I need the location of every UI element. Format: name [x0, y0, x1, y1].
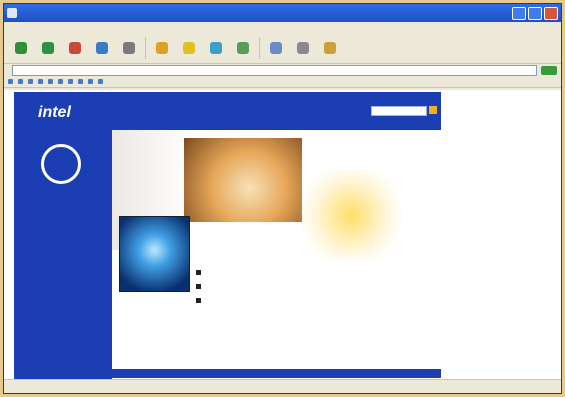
option-item	[196, 296, 416, 303]
forward-arrow-icon	[42, 41, 54, 54]
links-bar-item[interactable]	[8, 79, 15, 84]
page-sidebar: intel	[14, 92, 112, 380]
links-bar-item[interactable]	[88, 79, 95, 84]
hero-glow	[296, 170, 406, 260]
print-button[interactable]	[292, 36, 314, 60]
page-icon	[98, 79, 103, 84]
page-icon	[68, 79, 73, 84]
media-button[interactable]	[205, 36, 227, 60]
search-button[interactable]	[151, 36, 173, 60]
page-icon	[88, 79, 93, 84]
status-bar	[4, 379, 561, 393]
home-icon	[123, 41, 135, 54]
links-bar-item[interactable]	[28, 79, 35, 84]
links-bar-item[interactable]	[38, 79, 45, 84]
back-arrow-icon	[15, 41, 27, 54]
intel-inside-badge-icon	[41, 144, 81, 184]
links-bar-item[interactable]	[18, 79, 25, 84]
bullet-icon	[196, 270, 201, 275]
page-footer-band	[112, 369, 441, 378]
option-item	[196, 268, 416, 275]
menu-bar	[4, 22, 561, 33]
title-bar	[4, 4, 561, 22]
stop-button[interactable]	[64, 36, 86, 60]
links-bar-item[interactable]	[48, 79, 55, 84]
page-icon	[38, 79, 43, 84]
refresh-icon	[96, 41, 108, 54]
page-viewport: intel	[4, 90, 561, 380]
browser-window: intel	[3, 3, 562, 394]
bullet-icon	[196, 298, 201, 303]
browser-app-icon	[7, 8, 17, 18]
history-button[interactable]	[232, 36, 254, 60]
hero-photo	[184, 138, 302, 222]
links-bar	[4, 76, 561, 88]
printer-icon	[297, 41, 309, 54]
page-icon	[8, 79, 13, 84]
media-icon	[210, 41, 222, 54]
page-icon	[18, 79, 23, 84]
mail-button[interactable]	[265, 36, 287, 60]
address-bar	[4, 64, 561, 76]
main-content	[196, 260, 416, 310]
search-go-button[interactable]	[429, 106, 437, 114]
address-input[interactable]	[12, 64, 537, 76]
favorites-button[interactable]	[178, 36, 200, 60]
page-icon	[28, 79, 33, 84]
toolbar-separator	[145, 37, 146, 59]
page-icon	[58, 79, 63, 84]
page-icon	[78, 79, 83, 84]
history-icon	[237, 41, 249, 54]
back-button[interactable]	[10, 36, 32, 60]
links-bar-item[interactable]	[98, 79, 105, 84]
refresh-button[interactable]	[91, 36, 113, 60]
option-item	[196, 282, 416, 289]
edit-icon	[324, 41, 336, 54]
toolbar	[4, 33, 561, 64]
mail-icon	[270, 41, 282, 54]
page-icon	[48, 79, 53, 84]
stop-icon	[69, 41, 81, 54]
toolbar-separator	[259, 37, 260, 59]
close-button[interactable]	[544, 6, 558, 20]
go-button[interactable]	[541, 65, 557, 75]
home-button[interactable]	[118, 36, 140, 60]
links-bar-item[interactable]	[58, 79, 65, 84]
page-header	[112, 92, 441, 130]
star-icon	[183, 41, 195, 54]
maximize-button[interactable]	[528, 6, 542, 20]
site-search-input[interactable]	[371, 106, 427, 116]
minimize-button[interactable]	[512, 6, 526, 20]
forward-button[interactable]	[37, 36, 59, 60]
intel-logo[interactable]: intel	[38, 104, 71, 122]
search-icon	[156, 41, 168, 54]
links-bar-item[interactable]	[68, 79, 75, 84]
bullet-icon	[196, 284, 201, 289]
product-box-image	[119, 216, 190, 292]
links-bar-item[interactable]	[78, 79, 85, 84]
edit-button[interactable]	[319, 36, 341, 60]
